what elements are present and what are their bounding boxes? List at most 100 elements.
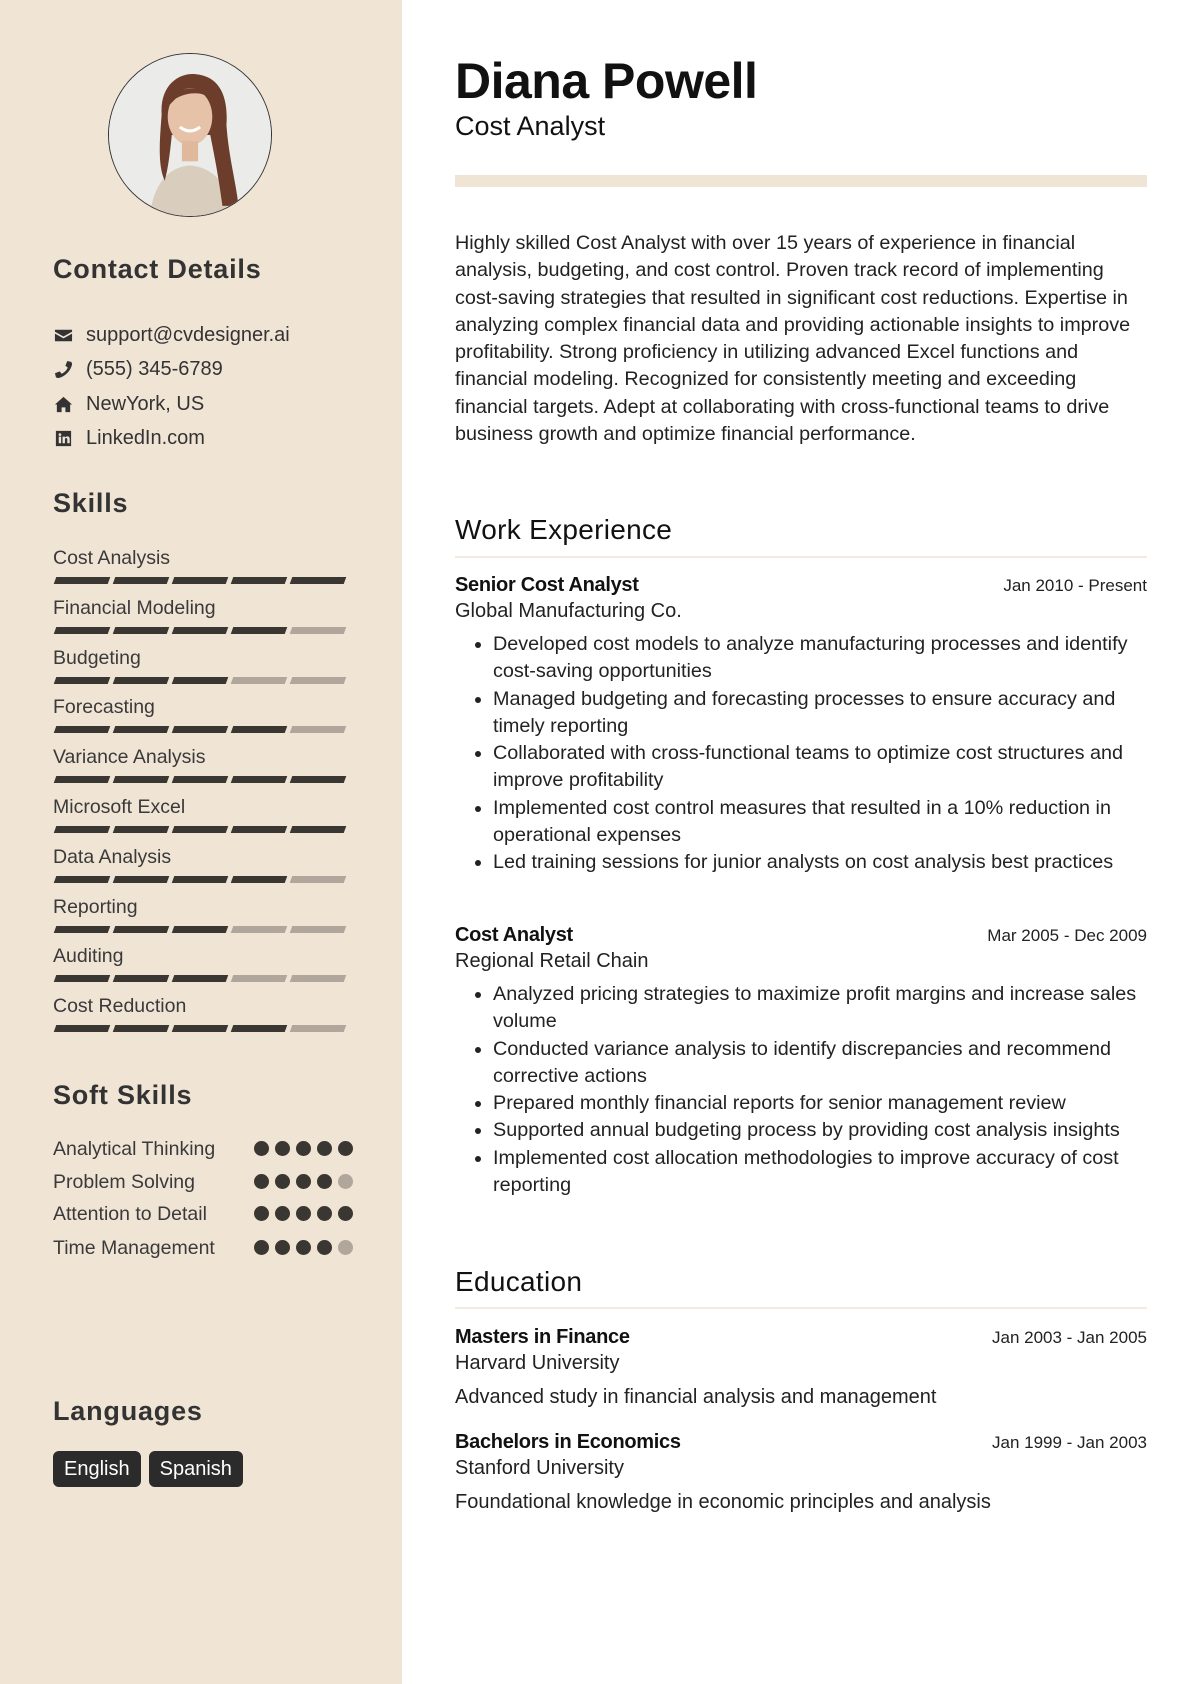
education-entry: Bachelors in Economics Jan 1999 - Jan 20… [455,1431,1147,1514]
skill-name: Cost Analysis [53,547,171,569]
soft-skill-item: Time Management [53,1235,353,1262]
skill-level-bar [53,925,353,933]
rating-dot-filled [317,1206,332,1221]
skill-segment-filled [171,975,229,983]
skill-segment-empty [289,1025,347,1033]
skill-segment-filled [112,626,170,634]
bullet-item: Managed budgeting and forecasting proces… [493,686,1147,741]
contact-list: support@cvdesigner.ai (555) 345-6789 New… [53,318,290,456]
rating-dot-filled [338,1141,353,1156]
skill-segment-filled [112,726,170,734]
contact-phone: (555) 345-6789 [53,353,290,388]
skill-segment-filled [112,776,170,784]
skill-segment-empty [230,676,288,684]
soft-skill-name: Time Management [53,1237,215,1259]
sidebar: Contact Details support@cvdesigner.ai (5… [0,0,402,1684]
skill-segment-filled [112,825,170,833]
skill-item: Cost Analysis [53,546,353,596]
candidate-title: Cost Analyst [455,111,606,141]
languages-list: English Spanish [53,1451,251,1487]
work-entry: Senior Cost Analyst Jan 2010 - Present G… [455,574,1147,877]
skill-segment-filled [171,577,229,584]
job-dates: Mar 2005 - Dec 2009 [987,926,1147,945]
header-accent-bar [455,175,1147,187]
skill-segment-filled [53,925,111,933]
skill-segment-filled [112,676,170,684]
skill-level-bar [53,726,353,734]
skill-segment-filled [171,776,229,784]
work-experience-heading: Work Experience [455,514,673,545]
skill-level-bar [53,975,353,983]
skill-item: Variance Analysis [53,745,353,795]
skills-heading: Skills [53,488,129,518]
portrait-image [109,54,271,216]
skill-segment-empty [289,626,347,634]
degree-description: Foundational knowledge in economic princ… [455,1491,991,1513]
skill-segment-empty [289,925,347,933]
rating-dot-filled [338,1206,353,1221]
skill-segment-filled [112,875,170,883]
skill-segment-empty [230,975,288,983]
soft-skills-heading: Soft Skills [53,1080,193,1110]
language-tag: Spanish [148,1451,243,1487]
skill-level-bar [53,1025,353,1033]
skill-item: Cost Reduction [53,994,353,1044]
skill-name: Reporting [53,895,138,918]
job-title: Cost Analyst [455,924,573,946]
rating-dot-filled [296,1141,311,1156]
bullet-item: Prepared monthly financial reports for s… [493,1090,1147,1117]
skill-segment-empty [289,975,347,983]
skill-segment-filled [53,626,111,634]
contact-phone-text[interactable]: (555) 345-6789 [86,358,223,381]
rating-dot-filled [296,1174,311,1189]
bullet-item: Conducted variance analysis to identify … [493,1036,1147,1091]
work-divider [455,556,1147,558]
bullet-item: Implemented cost allocation methodologie… [493,1145,1147,1200]
skill-segment-empty [289,726,347,734]
skill-segment-filled [53,825,111,833]
skill-segment-filled [53,577,111,584]
home-icon [53,394,73,414]
soft-skill-name: Attention to Detail [53,1203,207,1225]
skill-segment-filled [171,676,229,684]
degree-title: Bachelors in Economics [455,1431,681,1453]
skill-segment-empty [289,676,347,684]
envelope-icon [53,325,73,345]
soft-skill-item: Problem Solving [53,1169,353,1196]
soft-skills-list: Analytical Thinking Problem Solving Attent… [53,1136,353,1262]
skill-item: Financial Modeling [53,596,353,646]
skill-name: Budgeting [53,646,141,669]
degree-description: Advanced study in financial analysis and… [455,1386,937,1408]
skill-segment-filled [53,975,111,983]
soft-skill-rating [248,1235,353,1255]
rating-dot-filled [254,1206,269,1221]
skill-segment-filled [230,1025,288,1033]
rating-dot-filled [254,1240,269,1255]
rating-dot-filled [296,1206,311,1221]
bullet-item: Analyzed pricing strategies to maximize … [493,981,1147,1036]
contact-linkedin-text[interactable]: LinkedIn.com [86,427,205,450]
contact-email-text[interactable]: support@cvdesigner.ai [86,324,290,347]
job-bullets: Analyzed pricing strategies to maximize … [455,981,1147,1199]
contact-linkedin: LinkedIn.com [53,422,290,457]
skill-segment-filled [53,676,111,684]
job-bullets: Developed cost models to analyze manufac… [455,631,1147,877]
work-entry: Cost Analyst Mar 2005 - Dec 2009 Regiona… [455,924,1147,1199]
skill-level-bar [53,626,353,634]
skill-segment-filled [53,776,111,784]
soft-skill-item: Attention to Detail [53,1201,353,1228]
skill-segment-filled [53,875,111,883]
soft-skill-name: Analytical Thinking [53,1138,216,1160]
skill-segment-filled [171,825,229,833]
rating-dot-filled [254,1141,269,1156]
skill-level-bar [53,776,353,784]
skill-segment-filled [112,925,170,933]
skill-name: Forecasting [53,696,155,719]
skill-item: Auditing [53,944,353,994]
skill-level-bar [53,875,353,883]
education-entry: Masters in Finance Jan 2003 - Jan 2005 H… [455,1326,1147,1409]
skill-segment-filled [171,875,229,883]
skill-segment-empty [289,875,347,883]
job-dates: Jan 2010 - Present [1003,576,1147,595]
rating-dot-filled [275,1174,290,1189]
